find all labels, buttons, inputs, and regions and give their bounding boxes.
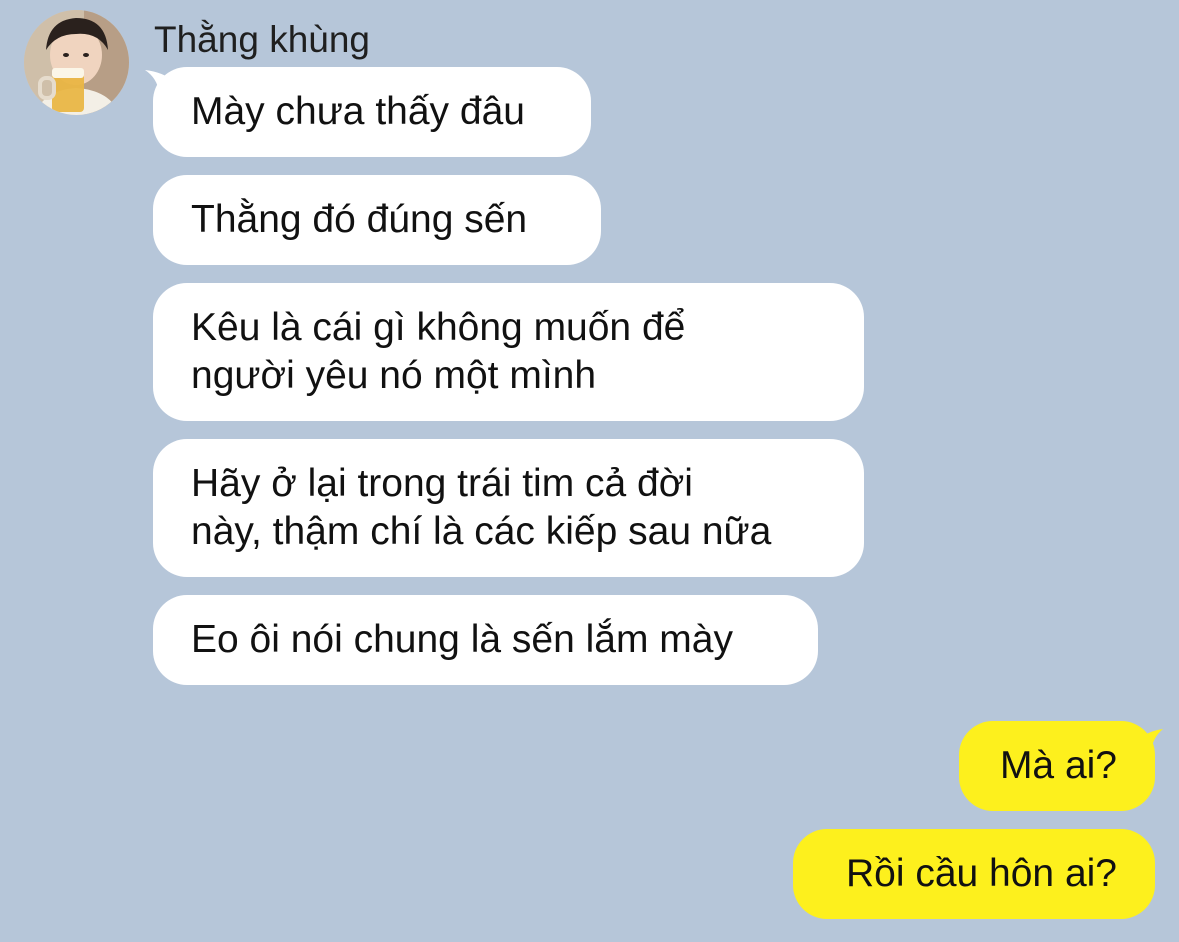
message-text: Rồi cầu hôn ai? xyxy=(845,852,1117,895)
message-bubble-outgoing[interactable]: Rồi cầu hôn ai? xyxy=(793,829,1155,919)
user-avatar-icon xyxy=(24,10,129,115)
message-bubble-incoming[interactable]: Thằng đó đúng sến xyxy=(153,175,601,265)
message-text: Mày chưa thấy đâu xyxy=(191,90,525,133)
message-text: Mà ai? xyxy=(999,744,1117,787)
message-text: Eo ôi nói chung là sến lắm mày xyxy=(191,618,733,661)
message-bubble-incoming[interactable]: Kêu là cái gì không muốn để người yêu nó… xyxy=(153,283,864,421)
message-bubble-incoming[interactable]: Hãy ở lại trong trái tim cả đời này, thậ… xyxy=(153,439,864,577)
message-text: Hãy ở lại trong trái tim cả đời này, thậ… xyxy=(191,462,772,553)
message-text: Thằng đó đúng sến xyxy=(191,198,528,241)
message-text: Kêu là cái gì không muốn để người yêu nó… xyxy=(191,306,686,397)
chat-screen: { "contact": { "name": "Thằng khùng", "a… xyxy=(0,0,1179,942)
contact-avatar[interactable] xyxy=(24,10,129,115)
message-bubble-incoming[interactable]: Mày chưa thấy đâu xyxy=(153,67,591,157)
sender-name: Thằng khùng xyxy=(154,19,371,60)
message-bubble-outgoing[interactable]: Mà ai? xyxy=(959,721,1155,811)
message-bubble-incoming[interactable]: Eo ôi nói chung là sến lắm mày xyxy=(153,595,818,685)
